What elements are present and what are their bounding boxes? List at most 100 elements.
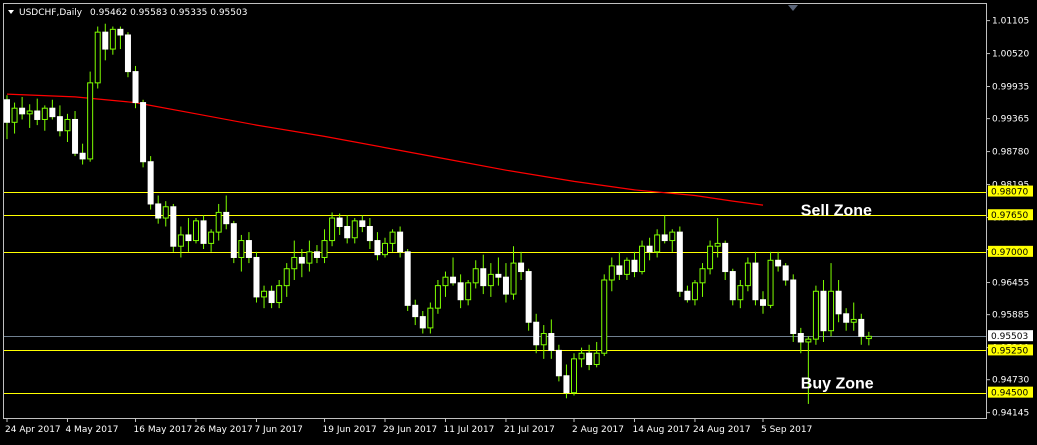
candle <box>26 104 33 128</box>
x-tick-label: 14 Aug 2017 <box>632 425 690 435</box>
candle <box>140 99 147 168</box>
candle-body <box>676 231 683 292</box>
candle <box>540 325 547 359</box>
candle-body <box>72 118 79 154</box>
candle <box>283 263 290 297</box>
candle-body <box>646 245 653 253</box>
moving-average-layer <box>6 93 764 206</box>
chart-canvas[interactable]: 1.011051.005200.999350.993650.987800.981… <box>0 0 1037 441</box>
candle <box>208 229 215 252</box>
candle <box>828 263 835 337</box>
symbol-menu-arrow-icon[interactable] <box>8 10 14 14</box>
candle-body <box>79 152 86 160</box>
candle <box>646 237 653 261</box>
candle-body <box>480 268 487 287</box>
candle <box>654 229 661 258</box>
candle-body <box>797 333 804 343</box>
candle-body <box>427 307 434 329</box>
price-chart[interactable]: 1.01105 1.00520 0.99935 0.99365 0.98780 0.981… <box>0 0 1037 441</box>
ohlc-quote: 0.95462 0.95583 0.95335 0.95503 <box>90 8 247 18</box>
candle <box>601 274 608 357</box>
candle <box>306 240 313 272</box>
candle-body <box>419 316 426 329</box>
candle-body <box>684 290 691 301</box>
level-price-label: 0.94500 <box>991 389 1028 399</box>
y-tick-label: 1.00520 <box>992 50 1029 60</box>
candle-body <box>510 262 517 295</box>
candle-body <box>752 262 759 301</box>
candle <box>4 95 10 140</box>
candle-body <box>608 265 615 281</box>
candle-body <box>601 279 608 354</box>
candle <box>843 308 850 331</box>
candle <box>291 240 298 280</box>
candle-body <box>465 282 472 301</box>
candle-body <box>261 290 268 298</box>
candle-body <box>457 282 464 301</box>
candle <box>412 299 419 326</box>
x-tick-label: 7 Jun 2017 <box>254 425 302 435</box>
candle <box>797 327 804 354</box>
candle <box>147 156 154 210</box>
candle <box>820 280 827 342</box>
candle <box>571 353 577 396</box>
candle-body <box>593 352 600 365</box>
candle <box>835 280 842 323</box>
candle <box>79 143 86 165</box>
candle-body <box>140 102 147 163</box>
candle <box>518 251 525 280</box>
candle-body <box>442 276 449 287</box>
candle <box>631 251 638 278</box>
candle <box>238 234 245 272</box>
candle <box>200 215 207 250</box>
y-tick-label: 1.01105 <box>992 17 1029 27</box>
candle-body <box>404 251 411 306</box>
candle <box>56 105 63 137</box>
candle <box>457 274 464 309</box>
candle <box>555 344 562 382</box>
candle <box>64 113 71 142</box>
candle-body <box>775 259 782 267</box>
level-price-label: 0.98070 <box>991 188 1028 198</box>
candle-body <box>162 206 169 219</box>
candle <box>321 229 328 264</box>
candle <box>49 99 56 120</box>
candle <box>34 98 41 126</box>
candle <box>782 263 789 286</box>
candle-body <box>109 28 116 50</box>
candle <box>525 268 532 331</box>
candle-body <box>4 99 10 123</box>
candle-body <box>124 34 131 73</box>
candle-body <box>548 333 555 351</box>
candle-body <box>540 333 547 346</box>
candle-body <box>782 265 789 281</box>
candle-body <box>230 223 237 258</box>
candle-body <box>812 290 819 340</box>
y-tick-label: 0.99935 <box>992 83 1029 93</box>
candle <box>117 26 124 50</box>
candle-body <box>639 245 646 273</box>
x-tick-label: 2 Aug 2017 <box>572 425 624 435</box>
candle-body <box>820 290 827 332</box>
candle-body <box>571 358 577 394</box>
chart-shift-marker-icon[interactable] <box>788 5 798 11</box>
x-axis: 24 Apr 2017 4 May 2017 16 May 2017 26 May 2… <box>5 418 812 435</box>
candle-body <box>49 107 56 118</box>
candle <box>737 280 744 309</box>
candle-body <box>858 318 865 337</box>
x-tick-label: 16 May 2017 <box>134 425 193 435</box>
candle <box>623 257 630 280</box>
candle-body <box>843 313 850 323</box>
candle <box>495 257 502 286</box>
candle <box>359 215 366 233</box>
candle-body <box>533 321 540 346</box>
candle <box>276 280 283 309</box>
candle <box>366 218 373 250</box>
candle-body <box>654 234 661 253</box>
candle-body <box>26 110 33 115</box>
candle-body <box>344 225 351 239</box>
candle-body <box>586 352 593 365</box>
candle <box>87 71 94 162</box>
candle-body <box>132 71 139 104</box>
candle <box>661 215 668 244</box>
